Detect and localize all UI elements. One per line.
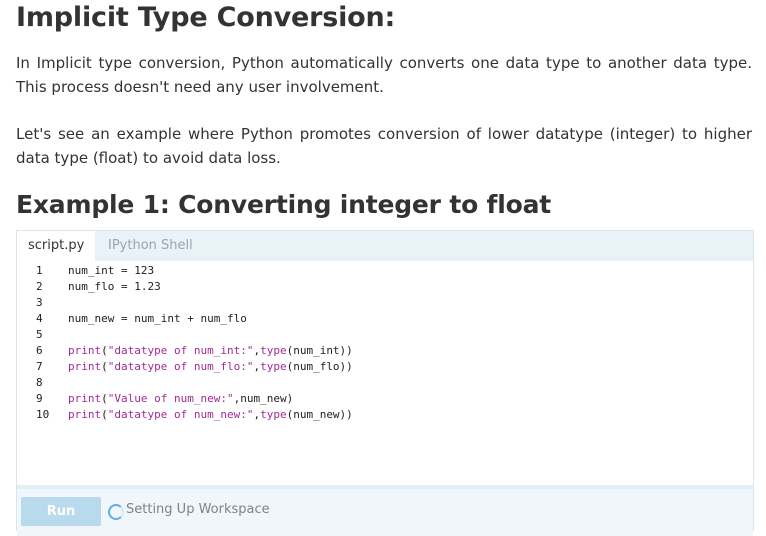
tab-ipython-shell[interactable]: IPython Shell (97, 231, 204, 261)
line-number: 6 (36, 344, 43, 357)
line-code: print("datatype of num_flo:",type(num_fl… (68, 360, 353, 373)
example-description-paragraph: Let's see an example where Python promot… (16, 125, 752, 167)
line-number: 5 (36, 328, 43, 341)
line-number: 4 (36, 312, 43, 325)
intro-paragraph: In Implicit type conversion, Python auto… (16, 54, 752, 96)
workspace-status: Setting Up Workspace (126, 502, 270, 517)
line-number: 3 (36, 296, 43, 309)
example-heading: Example 1: Converting integer to float (16, 190, 551, 219)
line-code: print("Value of num_new:",num_new) (68, 392, 294, 405)
line-code: num_int = 123 (68, 264, 155, 277)
line-number: 1 (36, 264, 43, 277)
run-bar: Run Setting Up Workspace (17, 485, 753, 536)
line-code: num_flo = 1.23 (68, 280, 161, 293)
run-button[interactable]: Run (21, 497, 101, 526)
editor-tab-bar: script.py IPython Shell (17, 231, 753, 261)
line-number: 10 (36, 408, 50, 421)
tab-script-py[interactable]: script.py (17, 231, 96, 261)
line-code: print("datatype of num_int:",type(num_in… (68, 344, 353, 357)
line-number: 9 (36, 392, 43, 405)
loading-spinner-icon (108, 504, 124, 520)
line-code: num_new = num_int + num_flo (68, 312, 247, 325)
code-editor: script.py IPython Shell 1 num_int = 123 2 n… (16, 230, 754, 536)
line-code: print("datatype of num_new:",type(num_ne… (68, 408, 353, 421)
line-number: 8 (36, 376, 43, 389)
code-area[interactable]: 1 num_int = 123 2 num_flo = 1.23 3 4 num_new =… (17, 262, 753, 484)
line-number: 7 (36, 360, 43, 373)
line-number: 2 (36, 280, 43, 293)
page-heading: Implicit Type Conversion: (16, 2, 396, 33)
